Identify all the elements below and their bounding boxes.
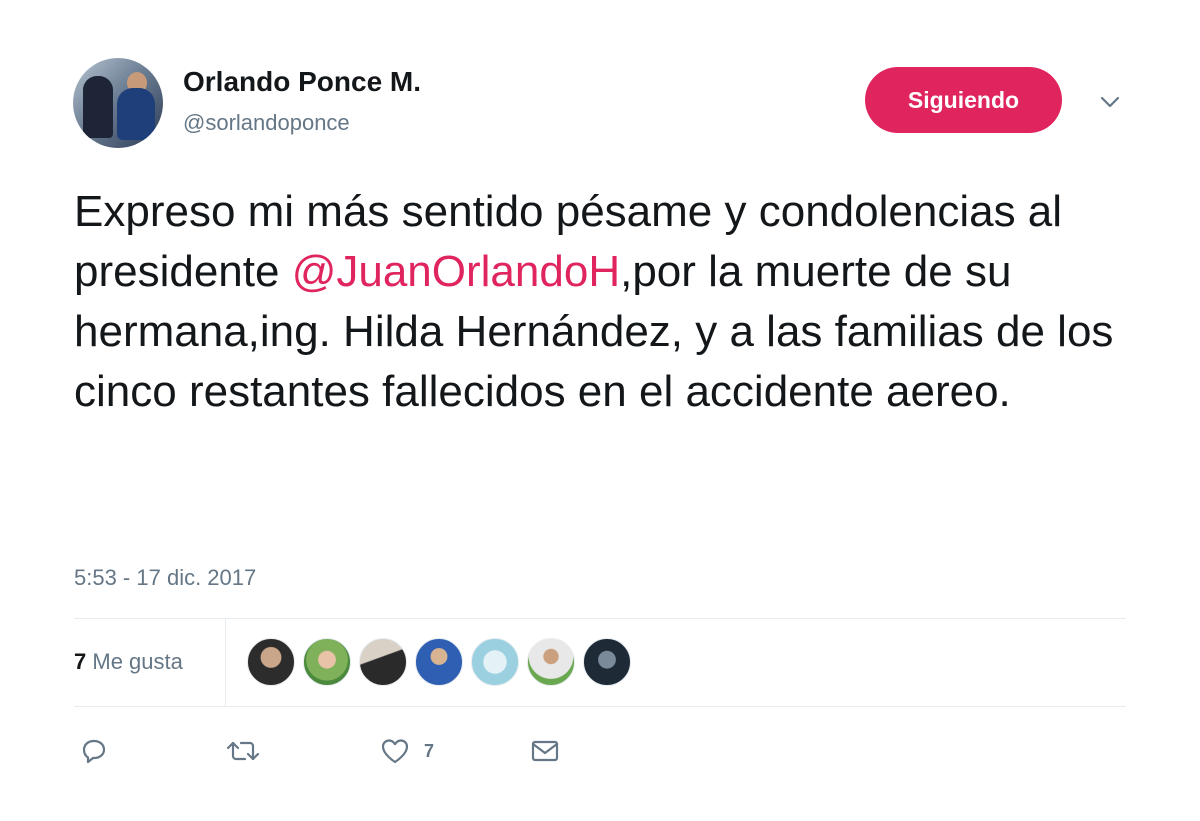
- retweet-icon: [226, 737, 260, 765]
- chevron-down-icon[interactable]: [1098, 92, 1122, 112]
- avatar-figure-left: [83, 76, 113, 138]
- tweet-text: Expreso mi más sentido pésame y condolen…: [74, 182, 1154, 422]
- retweet-button[interactable]: [226, 735, 260, 767]
- author-handle[interactable]: @sorlandoponce: [183, 110, 350, 136]
- liker-avatar[interactable]: [359, 638, 407, 686]
- heart-icon: [380, 737, 410, 765]
- like-button[interactable]: 7: [380, 735, 434, 767]
- direct-message-button[interactable]: [530, 735, 560, 767]
- liker-avatar[interactable]: [415, 638, 463, 686]
- likes-label: Me gusta: [92, 649, 183, 674]
- following-button[interactable]: Siguiendo: [865, 67, 1062, 133]
- avatar-figure-right: [117, 88, 155, 140]
- divider-vertical: [225, 618, 226, 706]
- liker-avatar[interactable]: [583, 638, 631, 686]
- envelope-icon: [530, 737, 560, 765]
- divider-top: [74, 618, 1126, 619]
- likes-count[interactable]: 7 Me gusta: [74, 649, 183, 675]
- likes-number: 7: [74, 649, 87, 674]
- reply-icon: [80, 737, 108, 765]
- liker-avatar[interactable]: [471, 638, 519, 686]
- author-avatar[interactable]: [73, 58, 163, 148]
- tweet-card: Orlando Ponce M. @sorlandoponce Siguiend…: [0, 0, 1200, 821]
- like-count: 7: [424, 740, 435, 761]
- liker-avatar[interactable]: [527, 638, 575, 686]
- liker-avatar[interactable]: [247, 638, 295, 686]
- author-name[interactable]: Orlando Ponce M.: [183, 66, 421, 98]
- divider-bottom: [74, 706, 1126, 707]
- mention-link[interactable]: @JuanOrlandoH: [292, 247, 620, 296]
- liker-avatar[interactable]: [303, 638, 351, 686]
- tweet-timestamp[interactable]: 5:53 - 17 dic. 2017: [74, 565, 256, 591]
- reply-button[interactable]: [80, 735, 108, 767]
